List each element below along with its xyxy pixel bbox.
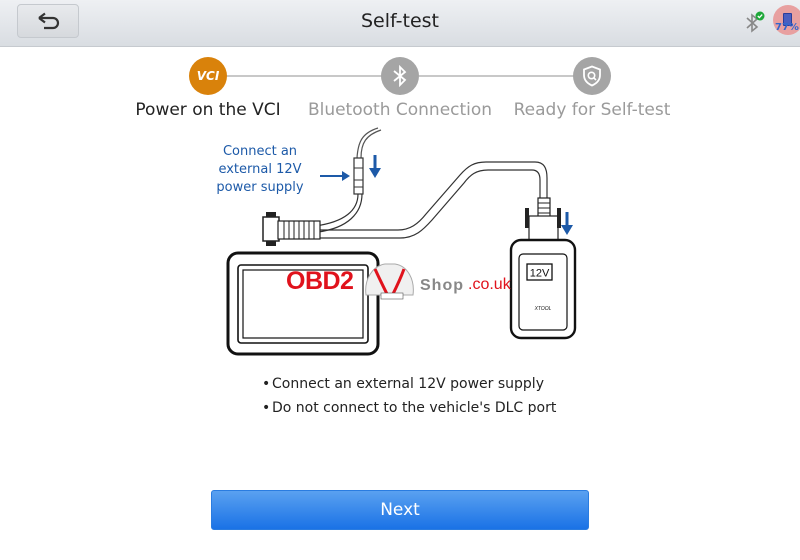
bluetooth-connected-icon [746,11,765,33]
watermark-shop: Shop [420,277,464,294]
step-1-indicator: VCI [189,57,227,95]
step-1-label: Power on the VCI [135,100,281,120]
instruction-item: • Connect an external 12V power supply [262,372,556,396]
shield-search-icon [583,65,601,87]
bullet: • [262,400,271,416]
battery-level: 77% [775,22,799,33]
vci-device: 12V XTOOL [509,238,577,340]
vci-brand-label: XTOOL [534,306,552,312]
power-jack [353,157,364,195]
top-bar: Self-test 77% [0,0,800,47]
step-2-label: Bluetooth Connection [307,100,493,120]
next-button[interactable]: Next [211,490,589,530]
vci-icon: VCI [196,69,220,83]
step-3-indicator [573,57,611,95]
bullet: • [262,376,271,392]
down-arrow-icon [369,155,381,178]
instruction-list: • Connect an external 12V power supply • D… [262,372,556,420]
vci-connector [525,197,561,241]
step-progress: VCI Power on the VCI Bluetooth Connectio… [0,56,800,126]
instruction-text: Connect an external 12V power supply [272,376,544,392]
step-2-indicator [381,57,419,95]
instruction-text: Do not connect to the vehicle's DLC port [272,400,557,416]
watermark-domain: .co.uk [468,276,511,293]
page-title: Self-test [360,10,440,32]
bluetooth-icon [393,65,407,87]
step-connector [227,75,382,77]
vci-voltage-label: 12V [530,268,550,280]
db-connector [262,212,321,246]
connection-diagram: 12V XTOOL [226,127,577,356]
left-arrow-icon [320,171,350,181]
down-arrow-icon [561,212,573,235]
instruction-item: • Do not connect to the vehicle's DLC por… [262,396,556,420]
step-3-label: Ready for Self-test [513,100,671,120]
step-connector [419,75,574,77]
watermark-brand: OBD2 [286,267,354,295]
